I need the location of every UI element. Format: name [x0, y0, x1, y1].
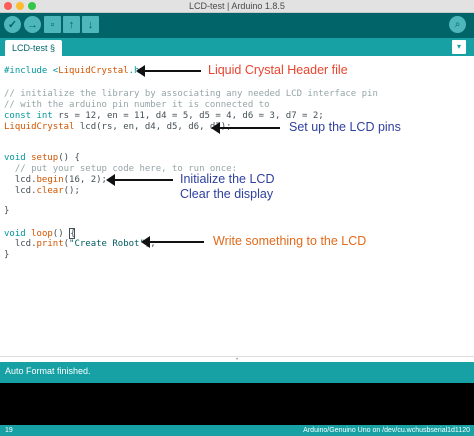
- annotation-header-file: Liquid Crystal Header file: [208, 63, 348, 77]
- upload-button[interactable]: →: [24, 16, 41, 33]
- annotation-lcd-pins: Set up the LCD pins: [289, 120, 401, 134]
- annotation-clear-display: Clear the display: [180, 187, 274, 201]
- code-editor[interactable]: #include <LiquidCrystal.h> // initialize…: [0, 56, 474, 356]
- code-line-loop-close: }: [4, 250, 10, 260]
- magnifier-icon: ⌕: [454, 19, 461, 30]
- annotation-initialize-lcd: Initialize the LCD: [180, 172, 275, 186]
- footer-bar: 19 Arduino/Genuino Uno on /dev/cu.wchusb…: [0, 425, 474, 436]
- arrow-up-icon: ↑: [68, 18, 75, 31]
- code-line-comment-2: // with the arduino pin number it is con…: [4, 100, 270, 110]
- chevron-down-icon: ▾: [456, 42, 461, 51]
- code-line-lcd-begin: lcd.begin(16, 2);: [4, 175, 107, 185]
- status-bar: Auto Format finished.: [0, 362, 474, 383]
- arrow-left-icon: [106, 174, 173, 186]
- board-port-info: Arduino/Genuino Uno on /dev/cu.wchusbser…: [303, 427, 470, 434]
- arrow-down-icon: ↓: [87, 18, 94, 31]
- arrow-left-icon: [211, 122, 280, 134]
- arrow-left-icon: [141, 236, 204, 248]
- verify-button[interactable]: ✓: [4, 16, 21, 33]
- serial-monitor-button[interactable]: ⌕: [449, 16, 466, 33]
- tab-lcd-test[interactable]: LCD-test §: [5, 40, 63, 56]
- open-sketch-button[interactable]: ↑: [63, 16, 80, 33]
- line-number: 19: [5, 427, 13, 434]
- code-line-pin-constants: const int rs = 12, en = 11, d4 = 5, d5 =…: [4, 111, 324, 121]
- code-line-include: #include <LiquidCrystal.h>: [4, 66, 145, 76]
- tab-bar: LCD-test § ▾: [0, 38, 474, 56]
- checkmark-icon: ✓: [7, 19, 18, 31]
- code-line-comment-1: // initialize the library by associating…: [4, 89, 378, 99]
- window-title-bar: LCD-test | Arduino 1.8.5: [0, 0, 474, 13]
- code-line-lcd-print: lcd.print("Create Robot");: [4, 239, 156, 249]
- new-file-icon: ▫: [50, 18, 55, 31]
- console-output[interactable]: [0, 383, 474, 425]
- code-line-lcd-object: LiquidCrystal lcd(rs, en, d4, d5, d6, d7…: [4, 122, 232, 132]
- new-sketch-button[interactable]: ▫: [44, 16, 61, 33]
- toolbar: ✓ → ▫ ↑ ↓ ⌕: [0, 13, 474, 38]
- text-cursor: {: [69, 228, 76, 239]
- code-line-setup-close: }: [4, 206, 10, 216]
- code-line-lcd-clear: lcd.clear();: [4, 186, 80, 196]
- annotation-write-lcd: Write something to the LCD: [213, 234, 367, 248]
- tab-menu-button[interactable]: ▾: [452, 40, 466, 54]
- arrow-left-icon: [136, 65, 201, 77]
- window-title: LCD-test | Arduino 1.8.5: [189, 1, 285, 11]
- code-line-setup: void setup() {: [4, 153, 80, 163]
- status-message: Auto Format finished.: [5, 366, 91, 376]
- save-sketch-button[interactable]: ↓: [82, 16, 99, 33]
- arrow-right-icon: →: [27, 18, 38, 31]
